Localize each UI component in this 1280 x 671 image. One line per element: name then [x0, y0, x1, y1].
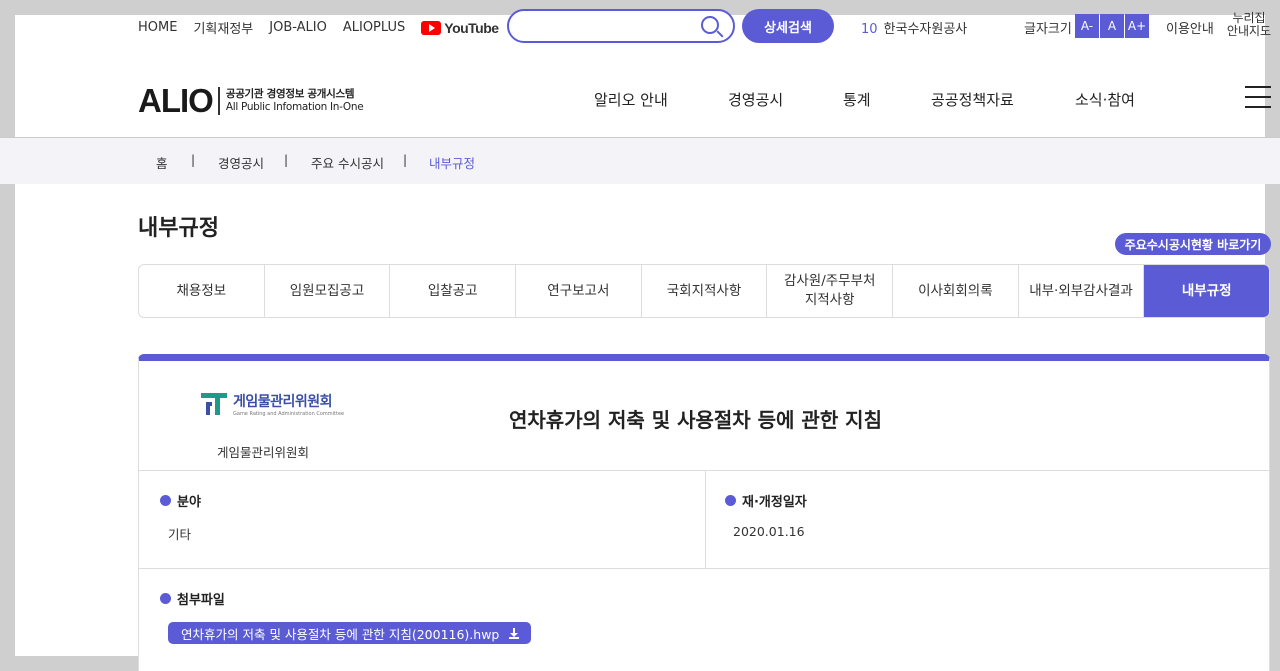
org-wordmark-ko: 게임물관리위원회 [233, 394, 333, 410]
ticker-rank: 10 [861, 22, 878, 37]
youtube-icon [421, 20, 442, 35]
frame-left [0, 0, 15, 671]
search-input[interactable] [507, 9, 735, 43]
breadcrumb-home[interactable]: 홈 [156, 153, 168, 172]
gnb-item-statistics[interactable]: 통계 [843, 89, 871, 110]
tab-audit-results[interactable]: 내부·외부감사결과 [1019, 265, 1145, 317]
breadcrumb-separator: | [191, 153, 196, 167]
org-wordmark: 게임물관리위원회 Game Rating and Administration … [233, 391, 344, 417]
logo-text: ALIO [138, 82, 214, 119]
font-smaller-button[interactable]: A- [1075, 14, 1099, 38]
ranking-ticker[interactable]: 10 한국수자원공사 [861, 18, 967, 37]
disclosure-tabs: 채용정보 임원모집공고 입찰공고 연구보고서 국회지적사항 감사원/주무부처 지… [138, 264, 1270, 318]
regulation-detail-panel: 게임물관리위원회 Game Rating and Administration … [138, 354, 1270, 671]
gnb-item-news[interactable]: 소식·참여 [1075, 89, 1135, 110]
major-disclosure-shortcut-button[interactable]: 주요수시공시현황 바로가기 [1115, 233, 1271, 255]
tab-national-assembly[interactable]: 국회지적사항 [642, 265, 768, 317]
revision-date-value: 2020.01.16 [733, 524, 805, 539]
row-divider [139, 568, 1269, 569]
page-title: 내부규정 [138, 216, 219, 241]
attachment-label-text: 첨부파일 [177, 593, 225, 608]
tab-audit-ministry[interactable]: 감사원/주무부처 지적사항 [767, 265, 894, 317]
org-mark-icon [201, 393, 227, 415]
attachment-download-button[interactable]: 연차휴가의 저축 및 사용절차 등에 관한 지침(200116).hwp [168, 622, 532, 644]
breadcrumb-separator: | [403, 153, 408, 167]
download-icon [509, 627, 520, 639]
regulation-title: 연차휴가의 저축 및 사용절차 등에 관한 지침 [509, 408, 882, 432]
home-link[interactable]: HOME [138, 20, 177, 35]
sitemap-link[interactable]: 누리집 안내지도 [1226, 12, 1272, 38]
bullet-icon [160, 495, 171, 506]
revision-date-label-text: 재·개정일자 [742, 495, 807, 510]
logo-divider [217, 87, 220, 115]
top-utility-bar: HOME 기획재정부 JOB-ALIO ALIOPLUS YouTube 상세검… [0, 0, 1280, 52]
organization-logo: 게임물관리위원회 Game Rating and Administration … [201, 391, 344, 417]
youtube-link[interactable]: YouTube [421, 19, 499, 36]
font-size-controls: A- A A+ [1075, 14, 1149, 38]
tab-recruitment[interactable]: 채용정보 [139, 265, 265, 317]
row-divider [139, 470, 1269, 471]
gnb-item-disclosure[interactable]: 경영공시 [728, 89, 783, 110]
sitemap-label-2: 안내지도 [1226, 24, 1272, 38]
logo-subtitle-ko: 공공기관 경영정보 공개시스템 [225, 88, 355, 100]
tab-internal-regulations[interactable]: 내부규정 [1144, 265, 1269, 317]
revision-date-label: 재·개정일자 [725, 491, 807, 510]
hamburger-menu-icon[interactable] [1245, 86, 1271, 108]
advanced-search-button[interactable]: 상세검색 [742, 9, 834, 43]
field-label-text: 분야 [177, 495, 201, 510]
alio-logo[interactable]: ALIO 공공기관 경영정보 공개시스템 All Public Infomati… [138, 82, 364, 120]
tab-executive-recruitment[interactable]: 임원모집공고 [265, 265, 391, 317]
breadcrumb-major-disclosure[interactable]: 주요 수시공시 [311, 153, 384, 172]
font-normal-button[interactable]: A [1100, 14, 1124, 38]
breadcrumb-current[interactable]: 내부규정 [429, 153, 475, 172]
tab-board-minutes[interactable]: 이사회회의록 [893, 265, 1019, 317]
org-wordmark-en: Game Rating and Administration Committee [233, 411, 345, 417]
ticker-text: 한국수자원공사 [883, 22, 968, 37]
top-links: HOME 기획재정부 JOB-ALIO ALIOPLUS YouTube [138, 18, 499, 38]
logo-subtitle-en: All Public Infomation In-One [225, 101, 364, 113]
job-alio-link[interactable]: JOB-ALIO [269, 20, 327, 35]
column-divider [705, 471, 706, 569]
tab-bidding[interactable]: 입찰공고 [390, 265, 517, 317]
font-size-label: 글자크기 [1024, 22, 1072, 37]
gnb-item-about[interactable]: 알리오 안내 [594, 89, 668, 110]
bullet-icon [725, 495, 736, 506]
field-label: 분야 [160, 491, 201, 510]
alioplus-link[interactable]: ALIOPLUS [343, 20, 405, 35]
tab-research-reports[interactable]: 연구보고서 [516, 265, 642, 317]
attachment-label: 첨부파일 [160, 589, 225, 608]
breadcrumb-separator: | [284, 153, 289, 167]
search-icon[interactable] [701, 16, 719, 34]
font-larger-button[interactable]: A+ [1125, 14, 1149, 38]
usage-guide-link[interactable]: 이용안내 [1166, 18, 1214, 37]
moef-link[interactable]: 기획재정부 [193, 18, 253, 37]
gnb-item-policy[interactable]: 공공정책자료 [931, 89, 1014, 110]
youtube-label: YouTube [444, 19, 499, 36]
field-value: 기타 [168, 527, 192, 542]
attachment-filename: 연차휴가의 저축 및 사용절차 등에 관한 지침(200116).hwp [181, 626, 500, 642]
logo-subtitle: 공공기관 경영정보 공개시스템 All Public Infomation In… [226, 88, 364, 114]
organization-name: 게임물관리위원회 [217, 445, 310, 460]
breadcrumb-disclosure[interactable]: 경영공시 [218, 153, 264, 172]
bullet-icon [160, 593, 171, 604]
